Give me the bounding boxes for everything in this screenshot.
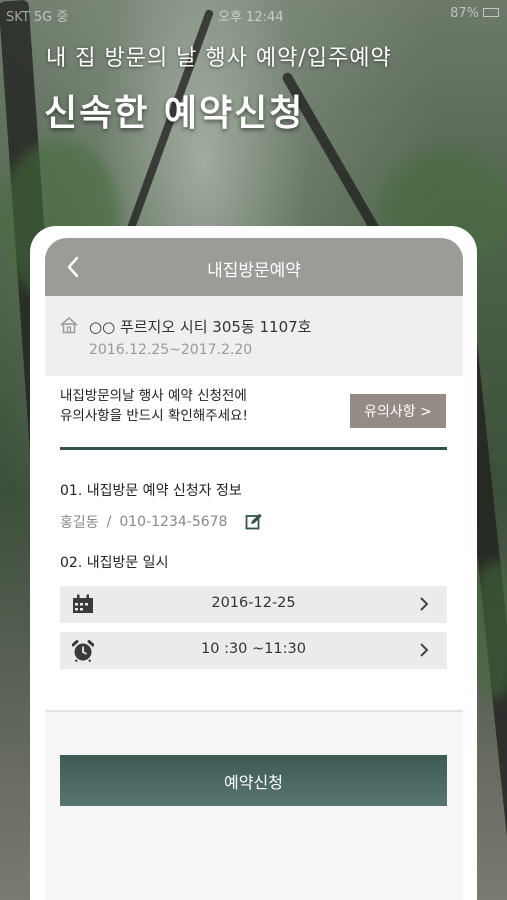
page-title: 내집방문예약 xyxy=(207,261,301,281)
address-box: ○○ 푸르지오 시티 305동 1107호 2016.12.25~2017.2.… xyxy=(45,296,463,376)
applicant-phone: 010-1234-5678 xyxy=(119,514,228,530)
notice-button[interactable]: 유의사항 > xyxy=(350,394,446,428)
applicant-info: 홍길동 / 010-1234-5678 xyxy=(60,512,263,532)
card-header: 내집방문예약 xyxy=(45,238,463,296)
submit-reservation-button[interactable]: 예약신청 xyxy=(60,755,447,806)
applicant-separator: / xyxy=(106,514,112,530)
time-selector[interactable]: 10 :30 ~11:30 xyxy=(60,632,447,669)
section-datetime-title: 02. 내집방문 일시 xyxy=(60,555,169,571)
carrier-label: SKT 5G 중 xyxy=(6,10,69,25)
address-name: ○○ 푸르지오 시티 305동 1107호 xyxy=(89,318,312,336)
hero-subtitle: 내 집 방문의 날 행사 예약/입주예약 xyxy=(46,46,392,71)
notice-section: 내집방문의날 행사 예약 신청전에 유의사항을 반드시 확인해주세요! 유의사항… xyxy=(60,386,450,428)
accent-divider xyxy=(60,447,447,450)
selected-time: 10 :30 ~11:30 xyxy=(201,641,306,657)
status-time: 오후 12:44 xyxy=(218,10,284,25)
home-icon xyxy=(59,316,79,338)
reservation-card: 내집방문예약 ○○ 푸르지오 시티 305동 1107호 2016.12.25~… xyxy=(30,226,477,900)
bottom-panel xyxy=(45,712,463,900)
edit-icon[interactable] xyxy=(245,513,263,531)
battery-label: 87% xyxy=(450,6,479,21)
selected-date: 2016-12-25 xyxy=(211,595,296,611)
hero-title: 신속한 예약신청 xyxy=(44,93,305,134)
date-selector[interactable]: 2016-12-25 xyxy=(60,586,447,623)
battery-icon xyxy=(483,8,499,17)
address-period: 2016.12.25~2017.2.20 xyxy=(89,342,253,358)
status-bar: SKT 5G 중 오후 12:44 87% xyxy=(0,0,507,26)
chevron-right-icon xyxy=(419,642,429,662)
applicant-name: 홍길동 xyxy=(60,515,99,531)
section-applicant-title: 01. 내집방문 예약 신청자 정보 xyxy=(60,483,242,499)
chevron-right-icon xyxy=(419,596,429,616)
